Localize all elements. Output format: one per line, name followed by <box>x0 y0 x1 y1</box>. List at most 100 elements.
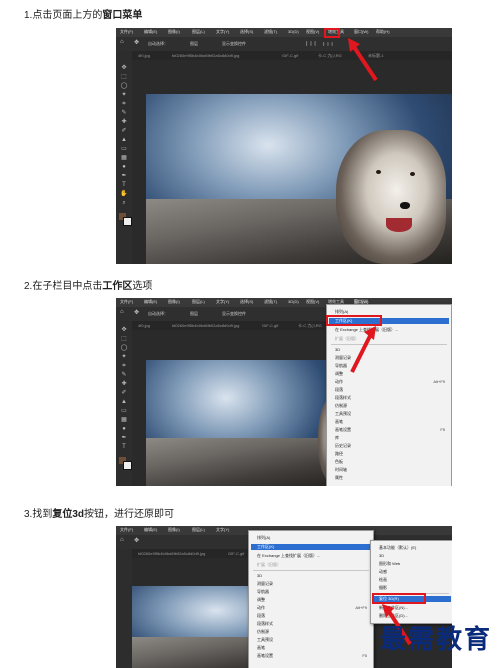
move-tool-icon[interactable]: ✥ <box>134 39 139 46</box>
menu-edit[interactable]: 编辑(E) <box>144 527 157 533</box>
heal-icon[interactable]: ✚ <box>120 119 128 125</box>
tab-3[interactable]: GIF-C.gif <box>282 53 298 58</box>
submenu-item-motion[interactable]: 动感 <box>379 569 387 575</box>
pen-icon[interactable]: ✒ <box>120 435 128 441</box>
menu-image[interactable]: 图像(I) <box>168 29 180 35</box>
wand-icon[interactable]: ✦ <box>120 92 128 98</box>
menu-image[interactable]: 图像(I) <box>168 527 180 533</box>
move-icon[interactable]: ✥ <box>120 327 128 333</box>
layer-select[interactable]: 图层 <box>190 41 198 47</box>
menu-item-tool-presets[interactable]: 工具预设 <box>335 411 351 417</box>
menu-item-measurement[interactable]: 测量记录 <box>257 581 273 587</box>
zoom-icon[interactable]: ⌕ <box>120 200 128 206</box>
menu-item-paragraph[interactable]: 段落 <box>335 387 343 393</box>
eraser-icon[interactable]: ▭ <box>120 408 128 414</box>
stamp-icon[interactable]: ▲ <box>120 137 128 143</box>
layer-select[interactable]: 图层 <box>190 311 198 317</box>
pen-icon[interactable]: ✒ <box>120 173 128 179</box>
gradient-icon[interactable]: ▦ <box>120 155 128 161</box>
tab-3[interactable]: GIF-C.gif <box>262 323 278 328</box>
background-color-swatch[interactable] <box>123 461 132 470</box>
menu-item-paragraph-styles[interactable]: 段落样式 <box>257 621 273 627</box>
crop-icon[interactable]: ⌗ <box>120 101 128 107</box>
menu-item-clone-source[interactable]: 仿制源 <box>257 629 269 635</box>
menu-filter[interactable]: 滤镜(T) <box>264 29 277 35</box>
home-icon[interactable]: ⌂ <box>120 309 124 315</box>
menu-item-timeline[interactable]: 时间轴 <box>335 467 347 473</box>
menu-3d[interactable]: 3D(D) <box>288 29 299 34</box>
hand-icon[interactable]: ✋ <box>120 191 128 197</box>
eraser-icon[interactable]: ▭ <box>120 146 128 152</box>
menu-file[interactable]: 文件(F) <box>120 299 133 305</box>
menu-item-brush-settings[interactable]: 画笔设置 <box>257 653 273 659</box>
submenu-item-photography[interactable]: 摄影 <box>379 585 387 591</box>
tab-2[interactable]: fd0260e9f5b4b0bd6fb92a5c8d0d9.jpg <box>172 323 239 328</box>
show-transform-label[interactable]: 显示变换控件 <box>222 41 246 47</box>
tab-3[interactable]: GIF-C.gif <box>228 551 244 556</box>
move-icon[interactable]: ✥ <box>120 65 128 71</box>
menu-item-3d[interactable]: 3D <box>257 573 262 578</box>
menu-item-swatches[interactable]: 色板 <box>335 459 343 465</box>
menu-item-libraries[interactable]: 库 <box>335 435 339 441</box>
tab-1[interactable]: 4f0.jpg <box>138 323 150 328</box>
dodge-icon[interactable]: ● <box>120 164 128 170</box>
auto-select-label[interactable]: 自动选择： <box>148 41 168 47</box>
menu-item-adjustments[interactable]: 调整 <box>335 371 343 377</box>
type-icon[interactable]: T <box>120 182 128 188</box>
menu-edit[interactable]: 编辑(E) <box>144 29 157 35</box>
tab-1[interactable]: 4f0.jpg <box>138 53 150 58</box>
menu-edit[interactable]: 编辑(E) <box>144 299 157 305</box>
menu-item-adjustments[interactable]: 调整 <box>257 597 265 603</box>
eyedropper-icon[interactable]: ✎ <box>120 372 128 378</box>
auto-select-label[interactable]: 自动选择： <box>148 311 168 317</box>
show-transform-label[interactable]: 显示变换控件 <box>222 311 246 317</box>
stamp-icon[interactable]: ▲ <box>120 399 128 405</box>
brush-icon[interactable]: ✐ <box>120 128 128 134</box>
home-icon[interactable]: ⌂ <box>120 537 124 543</box>
submenu-item-3d[interactable]: 3D <box>379 553 384 558</box>
menu-item-properties[interactable]: 属性 <box>335 475 343 481</box>
menu-layer[interactable]: 图层(L) <box>192 527 205 533</box>
menu-layer[interactable]: 图层(L) <box>192 299 205 305</box>
menu-view[interactable]: 视图(V) <box>306 299 319 305</box>
gradient-icon[interactable]: ▦ <box>120 417 128 423</box>
menu-item-tool-presets[interactable]: 工具预设 <box>257 637 273 643</box>
tab-2[interactable]: fd0260e9f5b4b0bd6fb92a5c8d0d9.jpg <box>172 53 239 58</box>
submenu-item-graphic-web[interactable]: 图形和 Web <box>379 561 400 567</box>
wand-icon[interactable]: ✦ <box>120 354 128 360</box>
menu-item-3d[interactable]: 3D <box>335 347 340 352</box>
menu-item-arrange[interactable]: 排列(A) <box>257 535 270 541</box>
crop-icon[interactable]: ⌗ <box>120 363 128 369</box>
menu-item-history[interactable]: 历史记录 <box>335 443 351 449</box>
menu-type[interactable]: 文字(Y) <box>216 527 229 533</box>
lasso-icon[interactable]: ◯ <box>120 345 128 351</box>
eyedropper-icon[interactable]: ✎ <box>120 110 128 116</box>
menu-item-navigator[interactable]: 导航器 <box>257 589 269 595</box>
menu-file[interactable]: 文件(F) <box>120 29 133 35</box>
menu-item-actions[interactable]: 动作 <box>257 605 265 611</box>
menu-view[interactable]: 视图(V) <box>306 29 319 35</box>
dodge-icon[interactable]: ● <box>120 426 128 432</box>
type-icon[interactable]: T <box>120 444 128 450</box>
menu-item-extensions[interactable]: 扩展（旧版） <box>257 562 281 568</box>
menu-image[interactable]: 图像(I) <box>168 299 180 305</box>
brush-icon[interactable]: ✐ <box>120 390 128 396</box>
menu-help[interactable]: 帮助(H) <box>376 29 390 35</box>
marquee-icon[interactable]: ⬚ <box>120 74 128 80</box>
menu-select[interactable]: 选择(S) <box>240 299 253 305</box>
submenu-item-painting[interactable]: 绘画 <box>379 577 387 583</box>
heal-icon[interactable]: ✚ <box>120 381 128 387</box>
align-icons[interactable]: ⫿⫿⫿ ⫾⫾⫾ <box>306 41 336 46</box>
menu-item-brush-settings[interactable]: 画笔设置 <box>335 427 351 433</box>
menu-item-paragraph[interactable]: 段落 <box>257 613 265 619</box>
menu-filter[interactable]: 滤镜(T) <box>264 299 277 305</box>
submenu-item-essentials[interactable]: 基本功能（默认）(E) <box>379 545 416 551</box>
move-tool-icon[interactable]: ✥ <box>134 537 139 544</box>
tab-4[interactable]: 卡-C 力(J,RG <box>318 53 342 59</box>
menu-item-actions[interactable]: 动作 <box>335 379 343 385</box>
menu-item-workspace[interactable]: 工作区(K) <box>251 544 371 550</box>
tab-2[interactable]: fd0260e9f5b4b0bd6fb92a5c8d0d9.jpg <box>138 551 205 556</box>
lasso-icon[interactable]: ◯ <box>120 83 128 89</box>
menu-layer[interactable]: 图层(L) <box>192 29 205 35</box>
background-color-swatch[interactable] <box>123 217 132 226</box>
